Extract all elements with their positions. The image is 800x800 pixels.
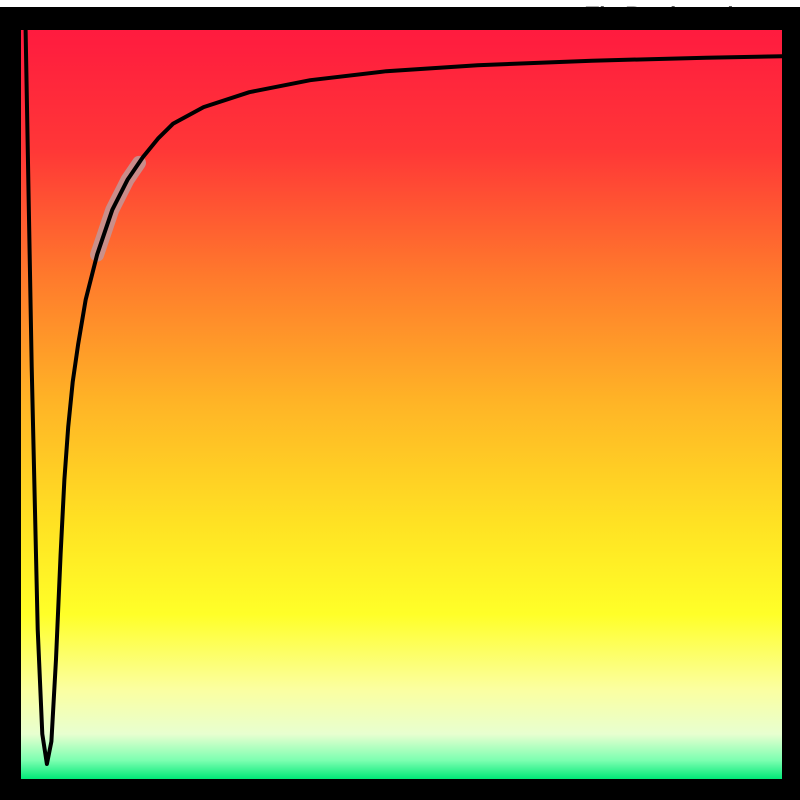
plot-background — [21, 30, 782, 779]
chart-stage: TheBottleneck.com — [0, 0, 800, 800]
bottleneck-chart — [0, 0, 800, 800]
